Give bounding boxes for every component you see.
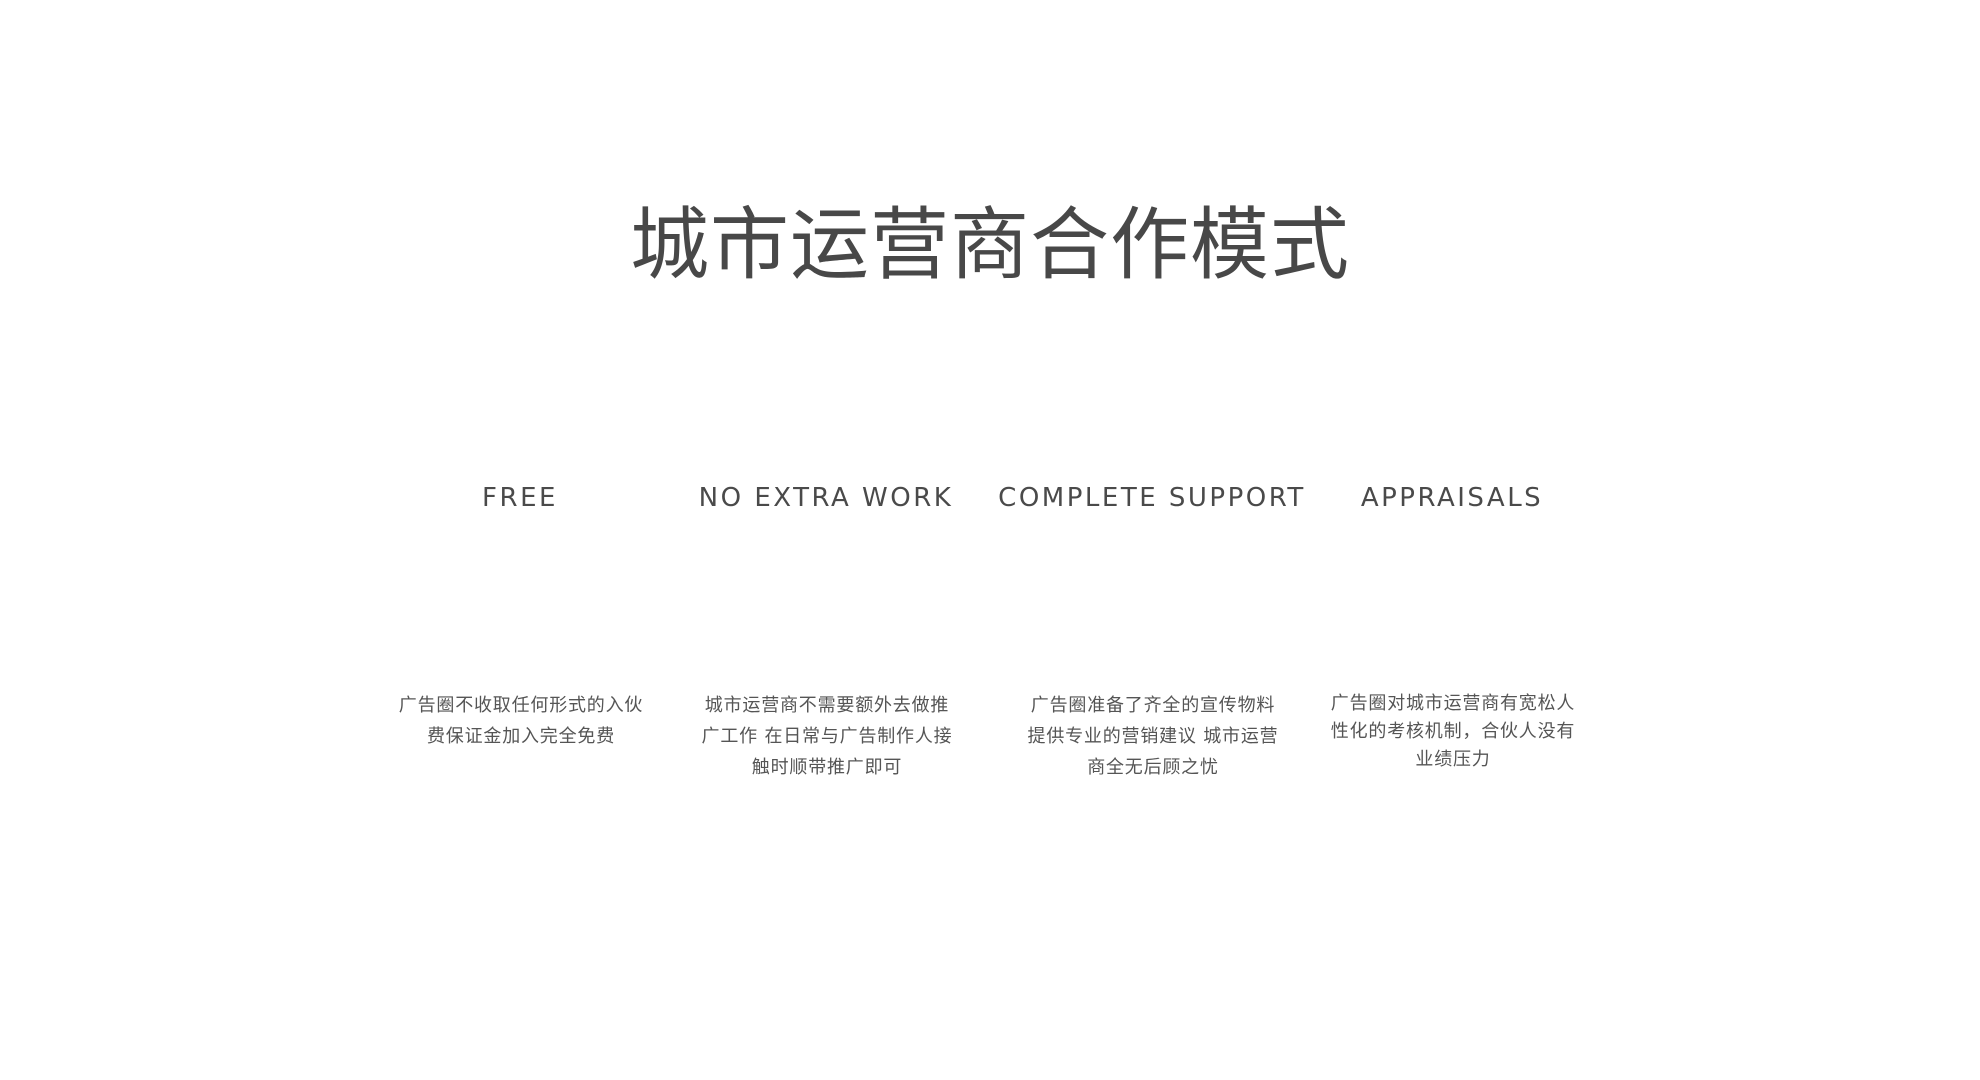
feature-description: 广告圈对城市运营商有宽松人性化的考核机制，合伙人没有业绩压力 — [1330, 693, 1576, 770]
feature-description: 广告圈不收取任何形式的入伙费保证金加入完全免费 — [398, 695, 644, 747]
page-title: 城市运营商合作模式 — [630, 198, 1350, 291]
feature-card-complete-support: COMPLETE SUPPORT 广告圈准备了齐全的宣传物料提供专业的营销建议 … — [992, 470, 1312, 778]
feature-heading: NO EXTRA WORK — [698, 483, 954, 513]
feature-card-free: FREE 广告圈不收取任何形式的入伙费保证金加入完全免费 — [360, 470, 680, 747]
feature-description: 广告圈准备了齐全的宣传物料提供专业的营销建议 城市运营商全无后顾之忧 — [1027, 695, 1279, 778]
feature-card-appraisals: APPRAISALS 广告圈对城市运营商有宽松人性化的考核机制，合伙人没有业绩压… — [1292, 470, 1612, 770]
feature-heading: COMPLETE SUPPORT — [998, 483, 1306, 513]
page: 城市运营商合作模式 FREE 广告圈不收取任何形式的入伙费保证金加入完全免费 N… — [0, 0, 1980, 1080]
feature-heading: APPRAISALS — [1360, 483, 1544, 513]
feature-card-no-extra-work: NO EXTRA WORK 城市运营商不需要额外去做推广工作 在日常与广告制作人… — [666, 470, 986, 778]
feature-description: 城市运营商不需要额外去做推广工作 在日常与广告制作人接触时顺带推广即可 — [701, 695, 953, 778]
feature-heading: FREE — [482, 483, 558, 513]
